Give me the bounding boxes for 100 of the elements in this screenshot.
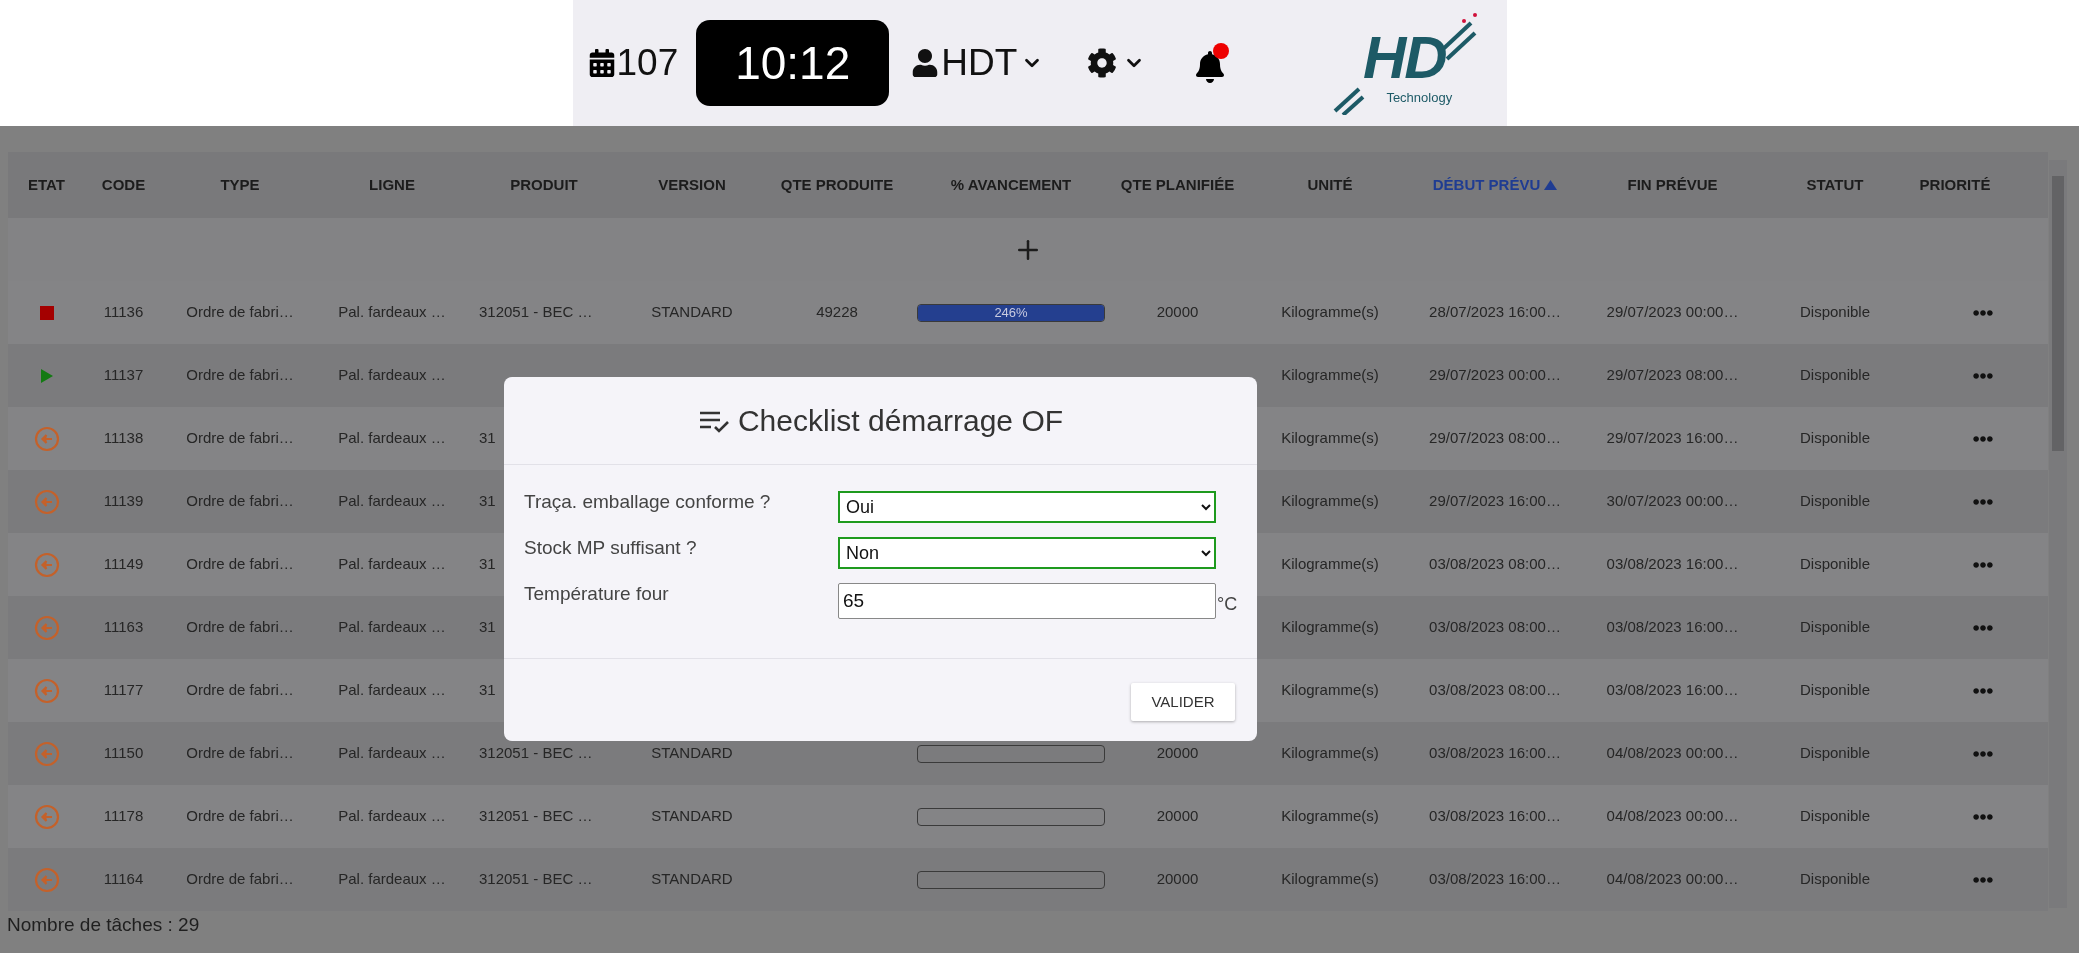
table-cell-text: Disponible [1799, 680, 1870, 701]
table-cell-text: STANDARD [651, 869, 733, 890]
column-header[interactable]: TYPE [220, 173, 260, 197]
table-cell-text: 31 [479, 617, 496, 638]
table-cell-text: Ordre de fabri… [186, 491, 294, 512]
user-icon [911, 49, 940, 77]
table-cell-text: 49228 [816, 302, 858, 323]
table-cell-text: Kilogramme(s) [1281, 806, 1379, 827]
table-cell-text: Pal. fardeaux … [338, 806, 446, 827]
logo-mark: HD [1362, 28, 1446, 89]
column-header[interactable]: PRIORITÉ [1919, 173, 1991, 197]
table-cell-text: 03/08/2023 16:00… [1606, 554, 1739, 575]
column-header[interactable]: LIGNE [369, 173, 415, 197]
table-cell-text: 03/08/2023 08:00… [1429, 617, 1561, 638]
day-count: 107 [616, 41, 679, 86]
table-cell-text: STANDARD [651, 302, 733, 323]
table-cell-text: Kilogramme(s) [1281, 680, 1379, 701]
column-header[interactable]: PRODUIT [510, 173, 578, 197]
dropdown[interactable]: Oui [838, 491, 1216, 523]
input-field[interactable]: 65 [838, 583, 1216, 619]
table-cell-text: Kilogramme(s) [1281, 554, 1379, 575]
table-cell-text: 20000 [1156, 302, 1199, 323]
validate-button[interactable]: VALIDER [1131, 683, 1235, 721]
table-cell-text: Disponible [1799, 428, 1870, 449]
table-cell-text: Ordre de fabri… [186, 428, 294, 449]
field-label: Traça. emballage conforme ? [524, 491, 772, 513]
table-cell-text: 03/08/2023 16:00… [1606, 680, 1739, 701]
table-cell-text: 31 [479, 554, 496, 575]
table-cell-text: Disponible [1799, 617, 1870, 638]
table-cell-text: 29/07/2023 08:00… [1429, 428, 1561, 449]
table-cell-text: Pal. fardeaux … [338, 491, 446, 512]
table-cell-text: Ordre de fabri… [186, 743, 294, 764]
dropdown[interactable]: Non [838, 537, 1216, 569]
table-cell-text: 04/08/2023 00:00… [1606, 869, 1739, 890]
column-header[interactable]: FIN PRÉVUE [1627, 173, 1718, 197]
table-cell-text: Kilogramme(s) [1281, 302, 1379, 323]
scrollbar[interactable] [2049, 160, 2067, 908]
table-cell-text: 11136 [103, 302, 144, 323]
table-cell-text: Pal. fardeaux … [338, 302, 446, 323]
table-cell-text: 20000 [1156, 806, 1199, 827]
column-header[interactable]: CODE [101, 173, 146, 197]
table-cell-text: Pal. fardeaux … [338, 428, 446, 449]
table-cell-text: Pal. fardeaux … [338, 869, 446, 890]
table-cell-text: Disponible [1799, 491, 1870, 512]
table-cell-text: 03/08/2023 16:00… [1429, 743, 1561, 764]
table-cell-text: Disponible [1799, 869, 1870, 890]
table-cell-text: 312051 - BEC … [479, 302, 593, 323]
table-cell-text: 03/08/2023 16:00… [1606, 617, 1739, 638]
column-header[interactable]: QTE PLANIFIÉE [1120, 173, 1235, 197]
table-cell-text: Kilogramme(s) [1281, 869, 1379, 890]
bell-icon [1195, 51, 1226, 83]
table-cell-text: Kilogramme(s) [1281, 365, 1379, 386]
column-header[interactable]: VERSION [658, 173, 726, 197]
table-cell-text: 29/07/2023 08:00… [1606, 365, 1739, 386]
table-cell-text: 29/07/2023 00:00… [1429, 365, 1561, 386]
user-menu[interactable]: HDT [911, 35, 1044, 91]
table-cell-text: 04/08/2023 00:00… [1606, 743, 1739, 764]
column-header[interactable]: STATUT [1806, 173, 1864, 197]
table-cell-text: 312051 - BEC … [479, 869, 593, 890]
settings-icon [1087, 48, 1118, 78]
table-cell-text: Pal. fardeaux … [338, 680, 446, 701]
table-cell-text: Kilogramme(s) [1281, 428, 1379, 449]
task-count: Nombre de tâches : 29 [7, 913, 201, 937]
sort-ascending-icon [1544, 180, 1558, 190]
table-cell-text: Ordre de fabri… [186, 680, 294, 701]
table-cell-text: 31 [479, 491, 496, 512]
table-cell-text: Pal. fardeaux … [338, 554, 446, 575]
column-header[interactable]: UNITÉ [1307, 173, 1353, 197]
table-cell-text: 29/07/2023 00:00… [1606, 302, 1739, 323]
table-cell-text: 28/07/2023 16:00… [1429, 302, 1561, 323]
field-label: Température four [524, 583, 670, 605]
table-cell-text: Ordre de fabri… [186, 617, 294, 638]
table-cell-text: 11149 [103, 554, 144, 575]
table-cell-text: Ordre de fabri… [186, 806, 294, 827]
table-cell-text: STANDARD [651, 806, 733, 827]
unit-label: °C [1217, 593, 1238, 616]
table-cell-text: Kilogramme(s) [1281, 491, 1379, 512]
table-cell-text: Ordre de fabri… [186, 554, 294, 575]
table-cell-text: Ordre de fabri… [186, 869, 294, 890]
column-header[interactable]: QTE PRODUITE [780, 173, 894, 197]
calendar-icon [588, 49, 615, 77]
column-header[interactable]: % AVANCEMENT [950, 173, 1072, 197]
progress-label: 246% [993, 304, 1029, 321]
notifications-button[interactable] [1195, 43, 1230, 83]
table-cell-text: Disponible [1799, 806, 1870, 827]
table-cell-text: Ordre de fabri… [186, 302, 294, 323]
table-cell-text: 20000 [1156, 869, 1199, 890]
column-header[interactable]: ETAT [28, 173, 65, 197]
table-cell-text: 20000 [1156, 743, 1199, 764]
table-cell-text: Ordre de fabri… [186, 365, 294, 386]
table-cell-text: 11177 [103, 680, 144, 701]
field-label: Stock MP suffisant ? [524, 537, 698, 559]
table-cell-text: Pal. fardeaux … [338, 617, 446, 638]
table-cell-text: 03/08/2023 16:00… [1429, 806, 1561, 827]
table-cell-text: 11139 [103, 491, 144, 512]
table-cell-text: Disponible [1799, 554, 1870, 575]
table-cell-text: 03/08/2023 16:00… [1429, 869, 1561, 890]
table-cell-text: Kilogramme(s) [1281, 617, 1379, 638]
table-cell-text: 29/07/2023 16:00… [1429, 491, 1561, 512]
column-header[interactable]: DÉBUT PRÉVU [1432, 173, 1558, 197]
